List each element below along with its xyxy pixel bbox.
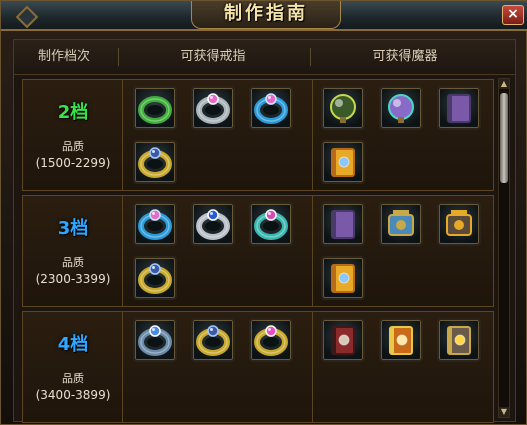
- table-header: 制作档次 可获得戒指 可获得魔器: [14, 40, 515, 75]
- quality-label: 品质: [62, 256, 84, 269]
- pink-stone-ring-icon[interactable]: [249, 202, 293, 246]
- window-title: 制作指南: [224, 3, 308, 24]
- blue-clockwork-icon[interactable]: [379, 202, 423, 246]
- craft-guide-window: 制作指南 × 制作档次 可获得戒指 可获得魔器 2档品质 (1500-2299): [0, 0, 527, 425]
- corner-ornament-icon: [15, 5, 39, 29]
- tier-row: 4档品质 (3400-3899): [22, 311, 494, 423]
- radiant-book-icon[interactable]: [437, 318, 481, 362]
- glowing-tome-icon[interactable]: [379, 318, 423, 362]
- golden-lantern-icon[interactable]: [437, 202, 481, 246]
- ring-list: [123, 196, 313, 306]
- quality-label: 品质: [62, 372, 84, 385]
- ring-list: [123, 312, 313, 422]
- scepter-orb-icon[interactable]: [321, 86, 365, 130]
- golden-tome-icon[interactable]: [321, 140, 365, 184]
- tier-name: 2档: [57, 102, 89, 123]
- tier-name: 3档: [57, 218, 89, 239]
- scroll-thumb[interactable]: [500, 93, 508, 183]
- pink-crown-ring-icon[interactable]: [249, 318, 293, 362]
- pink-gem-ring-icon[interactable]: [191, 86, 235, 130]
- scroll-down-arrow-icon[interactable]: ▼: [499, 407, 509, 417]
- artifact-list: [313, 196, 493, 306]
- quality-range: (2300-3399): [35, 272, 111, 286]
- purple-orb-icon[interactable]: [379, 86, 423, 130]
- tier-name: 4档: [57, 334, 89, 355]
- purple-tome-icon[interactable]: [321, 202, 365, 246]
- sapphire-ring-icon[interactable]: [191, 202, 235, 246]
- tier-row: 3档品质 (2300-3399): [22, 195, 494, 307]
- ring-list: [123, 80, 313, 190]
- quality-label: 品质: [62, 140, 84, 153]
- golden-tome-icon[interactable]: [321, 256, 365, 300]
- scroll-up-arrow-icon[interactable]: ▲: [499, 79, 509, 89]
- header-artifacts: 可获得魔器: [372, 49, 438, 64]
- title-plate: 制作指南: [191, 1, 341, 29]
- blue-diamond-ring-icon[interactable]: [133, 318, 177, 362]
- green-ring-icon[interactable]: [133, 86, 177, 130]
- tier-info: 4档品质 (3400-3899): [23, 312, 123, 422]
- tier-row: 2档品质 (1500-2299): [22, 79, 494, 191]
- header-rings: 可获得戒指: [180, 49, 246, 64]
- quality-range: (1500-2299): [35, 156, 111, 170]
- artifact-list: [313, 80, 493, 190]
- close-button[interactable]: ×: [502, 5, 524, 25]
- tier-info: 2档品质 (1500-2299): [23, 80, 123, 190]
- skull-tome-icon[interactable]: [321, 318, 365, 362]
- tier-info: 3档品质 (2300-3399): [23, 196, 123, 306]
- quality-range: (3400-3899): [35, 388, 111, 402]
- artifact-list: [313, 312, 493, 422]
- scrollbar[interactable]: ▲ ▼: [498, 78, 510, 418]
- header-tier: 制作档次: [37, 49, 90, 64]
- gold-blue-ring-icon[interactable]: [133, 140, 177, 184]
- title-bar: 制作指南 ×: [1, 1, 527, 31]
- guide-panel: 制作档次 可获得戒指 可获得魔器 2档 品质 (1500-2299) 3档 品质…: [13, 39, 516, 423]
- gold-blue-ring-icon[interactable]: [191, 318, 235, 362]
- gold-blue-ring-icon[interactable]: [133, 256, 177, 300]
- blue-gem-ring-icon[interactable]: [249, 86, 293, 130]
- blue-gem-ring-icon[interactable]: [133, 202, 177, 246]
- purple-tome-icon[interactable]: [437, 86, 481, 130]
